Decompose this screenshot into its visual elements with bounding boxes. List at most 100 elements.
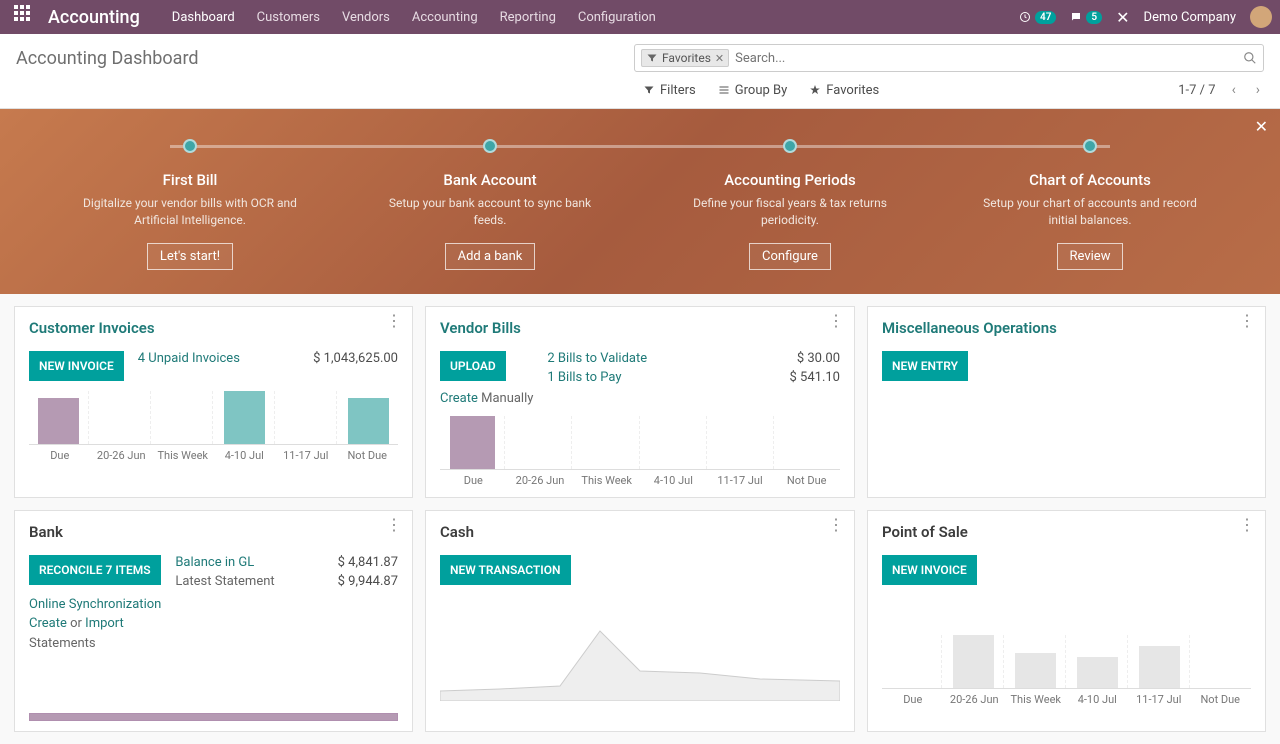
step-bank-account: Bank Account Setup your bank account to … bbox=[340, 139, 640, 270]
step-title: Accounting Periods bbox=[640, 171, 940, 189]
review-button[interactable]: Review bbox=[1057, 243, 1124, 270]
nav-menu: Dashboard Customers Vendors Accounting R… bbox=[172, 10, 656, 25]
search-chip[interactable]: Favorites ✕ bbox=[641, 49, 729, 67]
chip-label: Favorites bbox=[662, 51, 711, 65]
nav-configuration[interactable]: Configuration bbox=[578, 10, 656, 25]
create-link[interactable]: Create bbox=[440, 391, 478, 406]
filter-icon bbox=[646, 52, 658, 64]
or-text: or bbox=[70, 616, 82, 631]
page-title: Accounting Dashboard bbox=[16, 48, 199, 69]
dashboard-cards: ⋮ Customer Invoices NEW INVOICE 4 Unpaid… bbox=[0, 294, 1280, 744]
card-menu-icon[interactable]: ⋮ bbox=[1239, 521, 1255, 529]
unpaid-invoices-link[interactable]: 4 Unpaid Invoices bbox=[138, 351, 240, 366]
favorites-button[interactable]: Favorites bbox=[809, 83, 879, 98]
card-title[interactable]: Bank bbox=[29, 523, 398, 541]
list-icon bbox=[718, 84, 730, 96]
search-wrap[interactable]: Favorites ✕ bbox=[634, 44, 1264, 72]
reconcile-button[interactable]: RECONCILE 7 ITEMS bbox=[29, 555, 161, 585]
card-menu-icon[interactable]: ⋮ bbox=[828, 521, 844, 529]
nav-dashboard[interactable]: Dashboard bbox=[172, 10, 235, 25]
chart-labels: Due20-26 JunThis Week4-10 Jul11-17 JulNo… bbox=[29, 449, 398, 462]
msg-count: 5 bbox=[1086, 11, 1102, 24]
online-sync-link[interactable]: Online Synchronization bbox=[29, 595, 161, 615]
card-menu-icon[interactable]: ⋮ bbox=[386, 521, 402, 529]
company-name[interactable]: Demo Company bbox=[1144, 10, 1236, 25]
configure-button[interactable]: Configure bbox=[749, 243, 831, 270]
pager-prev[interactable]: ‹ bbox=[1228, 82, 1240, 98]
card-menu-icon[interactable]: ⋮ bbox=[386, 317, 402, 325]
add-bank-button[interactable]: Add a bank bbox=[445, 243, 536, 270]
balance-gl-link[interactable]: Balance in GL bbox=[175, 555, 254, 570]
nav-accounting[interactable]: Accounting bbox=[412, 10, 478, 25]
chat-icon bbox=[1070, 11, 1082, 23]
card-title[interactable]: Point of Sale bbox=[882, 523, 1251, 541]
messages-badge[interactable]: 5 bbox=[1070, 11, 1102, 24]
step-first-bill: First Bill Digitalize your vendor bills … bbox=[40, 139, 340, 270]
step-desc: Digitalize your vendor bills with OCR an… bbox=[80, 195, 300, 229]
upload-button[interactable]: UPLOAD bbox=[440, 351, 506, 381]
vendor-chart bbox=[440, 416, 840, 470]
invoices-chart bbox=[29, 391, 398, 445]
pos-chart bbox=[882, 635, 1251, 689]
new-invoice-button[interactable]: NEW INVOICE bbox=[29, 351, 124, 381]
search-input[interactable] bbox=[735, 51, 1243, 66]
step-title: Chart of Accounts bbox=[940, 171, 1240, 189]
onboarding-banner: ✕ First Bill Digitalize your vendor bill… bbox=[0, 109, 1280, 294]
step-dot-icon bbox=[783, 139, 797, 153]
step-desc: Define your fiscal years & tax returns p… bbox=[680, 195, 900, 229]
clock-icon bbox=[1019, 11, 1031, 23]
step-chart-accounts: Chart of Accounts Setup your chart of ac… bbox=[940, 139, 1240, 270]
close-tray-icon[interactable]: ✕ bbox=[1116, 8, 1129, 27]
step-dot-icon bbox=[183, 139, 197, 153]
card-title[interactable]: Miscellaneous Operations bbox=[882, 319, 1251, 337]
pos-new-invoice-button[interactable]: NEW INVOICE bbox=[882, 555, 977, 585]
funnel-icon bbox=[643, 84, 655, 96]
statements-text: Statements bbox=[29, 634, 161, 654]
card-bank: ⋮ Bank RECONCILE 7 ITEMS Online Synchron… bbox=[14, 510, 413, 733]
nav-right: 47 5 ✕ Demo Company bbox=[1019, 6, 1272, 28]
lets-start-button[interactable]: Let's start! bbox=[147, 243, 233, 270]
filters-button[interactable]: Filters bbox=[643, 83, 696, 98]
control-bar: Accounting Dashboard Favorites ✕ Filters… bbox=[0, 34, 1280, 109]
bank-import-link[interactable]: Import bbox=[85, 616, 124, 631]
chart-labels: Due20-26 JunThis Week4-10 Jul11-17 JulNo… bbox=[440, 474, 840, 487]
clock-badge[interactable]: 47 bbox=[1019, 11, 1056, 24]
apps-icon[interactable] bbox=[14, 5, 38, 29]
card-title[interactable]: Customer Invoices bbox=[29, 319, 398, 337]
step-accounting-periods: Accounting Periods Define your fiscal ye… bbox=[640, 139, 940, 270]
pay-amt: $ 541.10 bbox=[790, 370, 841, 385]
latest-stmt-label: Latest Statement bbox=[175, 574, 274, 589]
pager-text: 1-7 / 7 bbox=[1178, 83, 1215, 98]
step-title: Bank Account bbox=[340, 171, 640, 189]
card-customer-invoices: ⋮ Customer Invoices NEW INVOICE 4 Unpaid… bbox=[14, 306, 413, 498]
card-vendor-bills: ⋮ Vendor Bills UPLOAD Create Manually 2 … bbox=[425, 306, 855, 498]
step-desc: Setup your chart of accounts and record … bbox=[980, 195, 1200, 229]
unpaid-amount: $ 1,043,625.00 bbox=[313, 351, 398, 366]
banner-close-icon[interactable]: ✕ bbox=[1255, 117, 1268, 136]
card-menu-icon[interactable]: ⋮ bbox=[828, 317, 844, 325]
card-title[interactable]: Vendor Bills bbox=[440, 319, 840, 337]
nav-customers[interactable]: Customers bbox=[257, 10, 320, 25]
step-desc: Setup your bank account to sync bank fee… bbox=[380, 195, 600, 229]
step-title: First Bill bbox=[40, 171, 340, 189]
card-title[interactable]: Cash bbox=[440, 523, 840, 541]
step-dot-icon bbox=[1083, 139, 1097, 153]
manually-text: Manually bbox=[481, 391, 533, 406]
card-menu-icon[interactable]: ⋮ bbox=[1239, 317, 1255, 325]
bills-pay-link[interactable]: 1 Bills to Pay bbox=[547, 370, 621, 385]
bank-create-link[interactable]: Create bbox=[29, 616, 67, 631]
stmt-amt: $ 9,944.87 bbox=[338, 574, 398, 589]
user-avatar[interactable] bbox=[1250, 6, 1272, 28]
bills-validate-link[interactable]: 2 Bills to Validate bbox=[547, 351, 647, 366]
cash-line-chart bbox=[440, 601, 840, 701]
new-entry-button[interactable]: NEW ENTRY bbox=[882, 351, 968, 381]
nav-vendors[interactable]: Vendors bbox=[342, 10, 390, 25]
chip-remove-icon[interactable]: ✕ bbox=[715, 52, 724, 65]
nav-reporting[interactable]: Reporting bbox=[500, 10, 556, 25]
new-transaction-button[interactable]: NEW TRANSACTION bbox=[440, 555, 571, 585]
pager-next[interactable]: › bbox=[1252, 82, 1264, 98]
clock-count: 47 bbox=[1035, 11, 1056, 24]
search-icon[interactable] bbox=[1243, 51, 1257, 65]
card-misc-operations: ⋮ Miscellaneous Operations NEW ENTRY bbox=[867, 306, 1266, 498]
groupby-button[interactable]: Group By bbox=[718, 83, 788, 98]
